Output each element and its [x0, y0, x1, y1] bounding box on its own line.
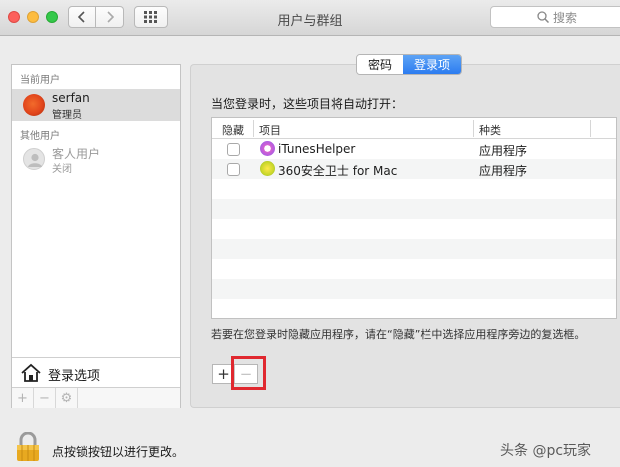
user-avatar — [23, 94, 45, 116]
hide-checkbox[interactable] — [227, 143, 240, 156]
tab-password[interactable]: 密码 — [357, 55, 404, 74]
login-options-label: 登录选项 — [48, 369, 101, 384]
item-kind: 应用程序 — [479, 144, 528, 158]
lock-icon[interactable] — [14, 432, 42, 462]
login-options-item[interactable]: 登录选项 — [12, 357, 180, 387]
table-header: 隐藏 项目 种类 — [212, 118, 616, 139]
tab-bar: 密码 登录项 — [356, 54, 463, 75]
watermark-text: 头条 @pc玩家 — [500, 443, 592, 459]
column-divider — [590, 120, 591, 137]
user-name: serfan — [52, 91, 90, 105]
itunes-icon — [260, 141, 275, 156]
360-security-icon — [260, 161, 275, 176]
empty-row — [212, 219, 616, 239]
empty-row — [212, 279, 616, 299]
other-users-header: 其他用户 — [20, 131, 60, 142]
empty-row — [212, 199, 616, 219]
column-divider — [253, 120, 254, 137]
hide-checkbox[interactable] — [227, 163, 240, 176]
user-role: 管理员 — [52, 110, 82, 121]
item-name: iTunesHelper — [278, 142, 356, 156]
empty-row — [212, 299, 616, 318]
house-icon — [21, 363, 41, 382]
table-row[interactable]: 360安全卫士 for Mac 应用程序 — [212, 159, 616, 179]
current-users-header: 当前用户 — [20, 75, 60, 86]
column-divider — [473, 120, 474, 137]
column-item[interactable]: 项目 — [259, 122, 281, 138]
hide-hint-text: 若要在您登录时隐藏应用程序，请在“隐藏”栏中选择应用程序旁边的复选框。 — [211, 328, 586, 341]
empty-row — [212, 239, 616, 259]
sidebar-toolbar: + − ⚙ — [12, 387, 180, 408]
item-kind: 应用程序 — [479, 164, 528, 178]
column-kind[interactable]: 种类 — [479, 122, 501, 138]
user-row-guest[interactable]: 客人用户 关闭 — [12, 143, 180, 175]
search-placeholder: 搜索 — [552, 10, 577, 25]
add-user-button[interactable]: + — [12, 388, 34, 408]
remove-user-button[interactable]: − — [34, 388, 56, 408]
login-items-intro: 当您登录时，这些项目将自动打开： — [211, 97, 404, 111]
highlight-annotation-box — [231, 356, 266, 390]
login-items-table[interactable]: 隐藏 项目 种类 iTunesHelper 应用程序 360安全卫士 for M… — [211, 117, 617, 319]
empty-row — [212, 259, 616, 279]
user-actions-gear-icon[interactable]: ⚙ — [56, 388, 78, 408]
guest-avatar-icon — [23, 148, 45, 170]
table-row[interactable]: iTunesHelper 应用程序 — [212, 139, 616, 159]
column-hide[interactable]: 隐藏 — [222, 122, 244, 138]
user-row-serfan[interactable]: serfan 管理员 — [12, 89, 180, 121]
title-bar: 用户与群组 搜索 — [0, 0, 620, 36]
empty-row — [212, 179, 616, 199]
users-sidebar: 当前用户 serfan 管理员 其他用户 客人用户 关闭 登录选项 + − ⚙ — [11, 64, 181, 408]
item-name: 360安全卫士 for Mac — [278, 164, 398, 178]
tab-login-items[interactable]: 登录项 — [403, 55, 462, 74]
search-field[interactable]: 搜索 — [490, 6, 620, 28]
search-icon — [537, 11, 549, 23]
guest-user-status: 关闭 — [52, 164, 72, 175]
lock-hint-text: 点按锁按钮以进行更改。 — [52, 445, 185, 459]
